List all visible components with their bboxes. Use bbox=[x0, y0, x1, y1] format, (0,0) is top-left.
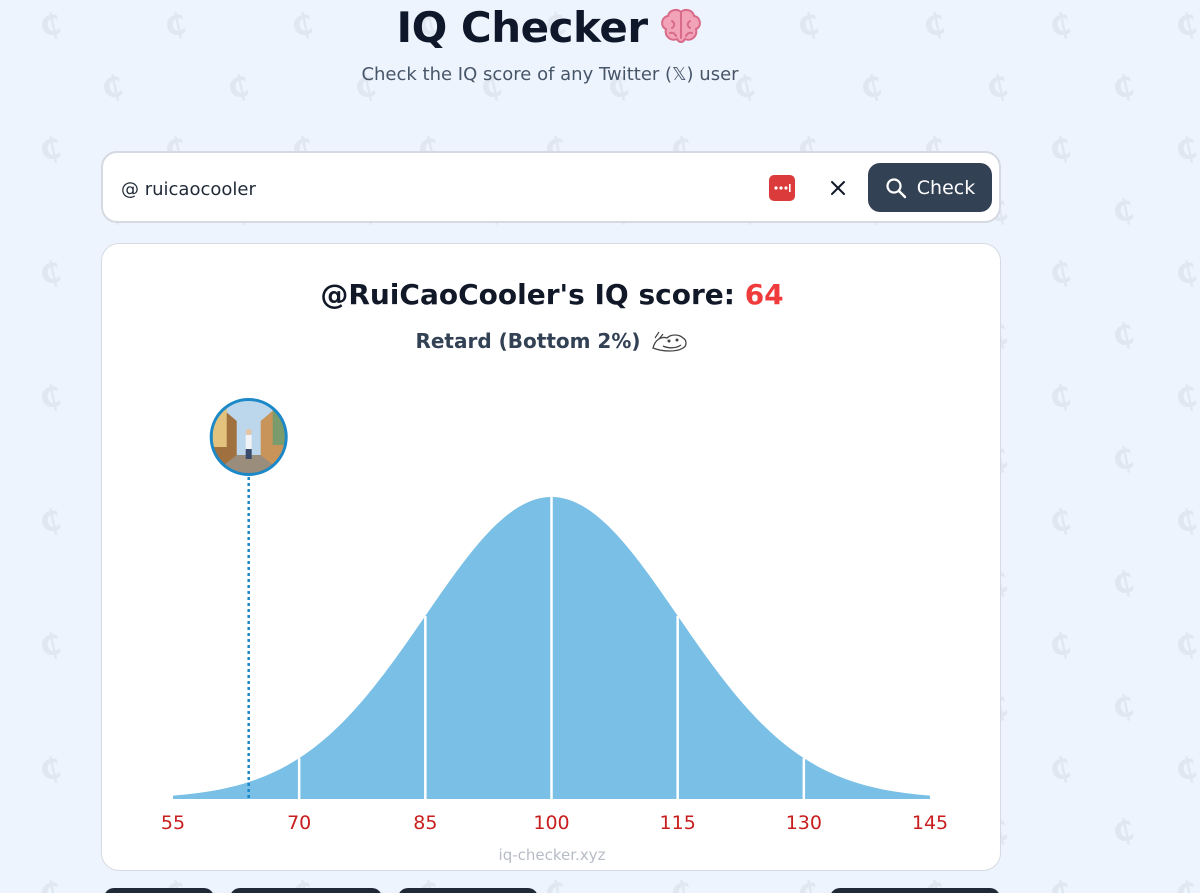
user-avatar bbox=[209, 398, 288, 476]
background-glyph: ₵ bbox=[1172, 378, 1200, 417]
background-glyph: ₵ bbox=[1046, 626, 1075, 665]
password-manager-icon[interactable] bbox=[769, 175, 795, 201]
background-glyph: ₵ bbox=[1046, 502, 1075, 541]
x-tick-label: 145 bbox=[912, 812, 948, 834]
username-input[interactable] bbox=[121, 171, 721, 207]
background-glyph: ₵ bbox=[1109, 68, 1138, 107]
share-button[interactable] bbox=[398, 888, 538, 893]
check-button[interactable]: Check bbox=[868, 163, 992, 212]
page-subtitle: Check the IQ score of any Twitter (𝕏) us… bbox=[361, 64, 739, 85]
search-bar: Check bbox=[101, 151, 1001, 223]
site-watermark: iq-checker.xyz bbox=[498, 846, 606, 864]
background-glyph: ₵ bbox=[1109, 316, 1138, 355]
x-tick-label: 70 bbox=[287, 812, 311, 834]
background-glyph: ₵ bbox=[1109, 564, 1138, 603]
header: IQ Checker bbox=[0, 0, 1100, 54]
background-glyph: ₵ bbox=[1172, 626, 1200, 665]
background-glyph: ₵ bbox=[36, 750, 65, 789]
background-glyph: ₵ bbox=[1109, 440, 1138, 479]
share-button[interactable] bbox=[230, 888, 382, 893]
share-button[interactable] bbox=[104, 888, 214, 893]
background-glyph: ₵ bbox=[36, 378, 65, 417]
close-icon[interactable] bbox=[825, 175, 851, 201]
background-glyph: ₵ bbox=[1046, 130, 1075, 169]
background-glyph: ₵ bbox=[1046, 750, 1075, 789]
background-glyph: ₵ bbox=[1172, 6, 1200, 45]
x-tick-label: 55 bbox=[161, 812, 185, 834]
background-glyph: ₵ bbox=[36, 502, 65, 541]
check-button-label: Check bbox=[916, 176, 976, 199]
background-glyph: ₵ bbox=[36, 130, 65, 169]
x-tick-label: 85 bbox=[413, 812, 437, 834]
background-glyph: ₵ bbox=[1172, 254, 1200, 293]
background-glyph: ₵ bbox=[1046, 378, 1075, 417]
background-glyph: ₵ bbox=[36, 254, 65, 293]
x-tick-label: 130 bbox=[786, 812, 822, 834]
background-glyph: ₵ bbox=[36, 626, 65, 665]
bottom-action-row bbox=[0, 884, 1200, 893]
search-icon bbox=[886, 177, 906, 198]
x-tick-label: 100 bbox=[533, 812, 569, 834]
background-glyph: ₵ bbox=[1109, 688, 1138, 727]
result-card: @RuiCaoCooler's IQ score: 64 Retard (Bot… bbox=[101, 243, 1001, 871]
background-glyph: ₵ bbox=[1109, 812, 1138, 851]
background-glyph: ₵ bbox=[1172, 750, 1200, 789]
background-glyph: ₵ bbox=[1172, 502, 1200, 541]
x-tick-label: 115 bbox=[660, 812, 696, 834]
share-button[interactable] bbox=[830, 888, 1000, 893]
brain-icon bbox=[658, 7, 704, 47]
iq-distribution-chart: 55 70 85 100 115 130 145 bbox=[161, 398, 948, 834]
background-glyph: ₵ bbox=[1046, 254, 1075, 293]
page-title: IQ Checker bbox=[396, 2, 648, 52]
background-glyph: ₵ bbox=[1172, 130, 1200, 169]
background-glyph: ₵ bbox=[1109, 192, 1138, 231]
